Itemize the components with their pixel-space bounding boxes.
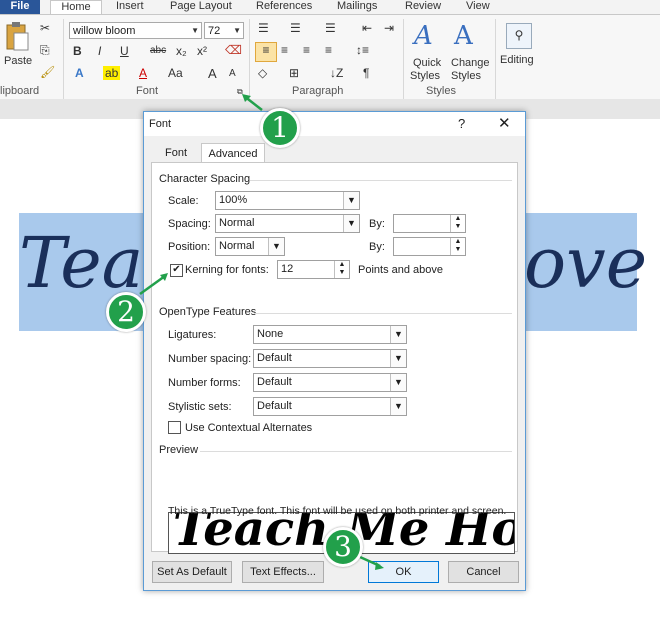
callout-3: 3 (323, 527, 363, 567)
callout-2: 2 (106, 292, 146, 332)
arrow-head-icon (375, 562, 384, 570)
callout-1: 1 (260, 108, 300, 148)
callout-arrows (139, 94, 384, 570)
callout-arrow-2 (139, 274, 166, 296)
